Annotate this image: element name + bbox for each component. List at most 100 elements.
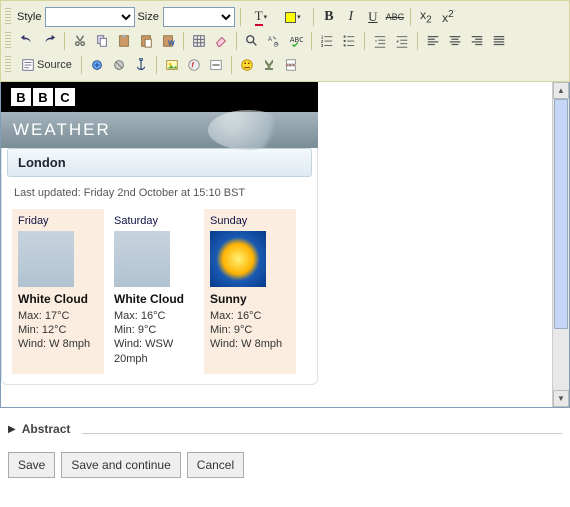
bbc-weather-widget: B B C WEATHER London Last updated: Frida…	[1, 82, 318, 385]
day-name: Friday	[18, 215, 98, 227]
page-break-button[interactable]	[281, 55, 301, 75]
ol-button[interactable]: 123	[317, 31, 337, 51]
vertical-scrollbar[interactable]: ▲ ▼	[552, 82, 569, 407]
cancel-button[interactable]: Cancel	[187, 452, 244, 478]
last-updated: Last updated: Friday 2nd October at 15:1…	[8, 187, 311, 209]
bbc-letter: B	[33, 88, 53, 106]
editor-toolbar: Style Size T▾ ▾ B I U ABC x2 x2 W AB ABC…	[0, 0, 570, 82]
cloud-icon	[18, 231, 74, 287]
underline-button[interactable]: U	[363, 7, 383, 27]
sun-icon	[210, 231, 266, 287]
redo-button[interactable]	[39, 31, 59, 51]
separator	[156, 56, 157, 74]
image-button[interactable]	[162, 55, 182, 75]
section-rule	[82, 433, 562, 434]
cut-button[interactable]	[70, 31, 90, 51]
text-color-button[interactable]: T▾	[246, 7, 276, 27]
separator	[183, 32, 184, 50]
toolbar-grip	[5, 56, 11, 74]
separator	[81, 56, 82, 74]
separator	[311, 32, 312, 50]
special-char-button[interactable]	[259, 55, 279, 75]
forecast-day: Saturday White Cloud Max: 16°C Min: 9°C …	[108, 209, 200, 374]
day-name: Saturday	[114, 215, 194, 227]
style-label: Style	[17, 11, 41, 23]
max-temp: Max: 16°C	[210, 309, 290, 323]
content-inner: B B C WEATHER London Last updated: Frida…	[1, 82, 552, 407]
condition: Sunny	[210, 293, 290, 307]
unlink-button[interactable]	[109, 55, 129, 75]
svg-text:3: 3	[321, 43, 324, 48]
align-left-button[interactable]	[423, 31, 443, 51]
ul-button[interactable]	[339, 31, 359, 51]
subscript-button[interactable]: x2	[416, 7, 436, 27]
paste-button[interactable]	[114, 31, 134, 51]
min-temp: Min: 9°C	[114, 323, 194, 337]
day-name: Sunday	[210, 215, 290, 227]
bold-button[interactable]: B	[319, 7, 339, 27]
toolbar-row-2: W AB ABC 123	[5, 29, 565, 53]
separator	[231, 56, 232, 74]
flash-button[interactable]: f	[184, 55, 204, 75]
location-bar: London	[7, 148, 312, 177]
weather-header: WEATHER	[1, 112, 318, 148]
italic-button[interactable]: I	[341, 7, 361, 27]
strike-button[interactable]: ABC	[385, 7, 405, 27]
align-right-button[interactable]	[467, 31, 487, 51]
wind: Wind: W 8mph	[18, 337, 98, 351]
hr-button[interactable]	[206, 55, 226, 75]
button-row: Save Save and continue Cancel	[0, 442, 570, 488]
size-label: Size	[137, 11, 158, 23]
wind: Wind: WSW 20mph	[114, 337, 194, 366]
source-button[interactable]: Source	[17, 55, 76, 75]
editor-content-area[interactable]: B B C WEATHER London Last updated: Frida…	[0, 82, 570, 408]
forecast-day: Friday White Cloud Max: 17°C Min: 12°C W…	[12, 209, 104, 374]
max-temp: Max: 17°C	[18, 309, 98, 323]
paste-text-button[interactable]	[136, 31, 156, 51]
table-button[interactable]	[189, 31, 209, 51]
min-temp: Min: 12°C	[18, 323, 98, 337]
smiley-button[interactable]	[237, 55, 257, 75]
condition: White Cloud	[18, 293, 98, 307]
indent-button[interactable]	[392, 31, 412, 51]
save-continue-button[interactable]: Save and continue	[61, 452, 180, 478]
save-button[interactable]: Save	[8, 452, 55, 478]
bg-color-button[interactable]: ▾	[278, 7, 308, 27]
replace-button[interactable]: AB	[264, 31, 284, 51]
abstract-section-header[interactable]: ▶ Abstract	[0, 408, 570, 442]
outdent-button[interactable]	[370, 31, 390, 51]
bbc-letter: C	[55, 88, 75, 106]
spellcheck-button[interactable]: ABC	[286, 31, 306, 51]
bbc-letter: B	[11, 88, 31, 106]
toolbar-grip	[5, 8, 11, 26]
anchor-button[interactable]	[131, 55, 151, 75]
find-button[interactable]	[242, 31, 262, 51]
paste-word-button[interactable]: W	[158, 31, 178, 51]
max-temp: Max: 16°C	[114, 309, 194, 323]
scroll-up-button[interactable]: ▲	[553, 82, 569, 99]
separator	[64, 32, 65, 50]
weather-title: WEATHER	[13, 120, 111, 139]
superscript-button[interactable]: x2	[438, 7, 458, 27]
separator	[410, 8, 411, 26]
wind: Wind: W 8mph	[210, 337, 290, 351]
undo-button[interactable]	[17, 31, 37, 51]
size-select[interactable]	[163, 7, 235, 27]
scroll-down-button[interactable]: ▼	[553, 390, 569, 407]
scroll-thumb[interactable]	[554, 99, 568, 329]
eraser-button[interactable]	[211, 31, 231, 51]
separator	[417, 32, 418, 50]
copy-button[interactable]	[92, 31, 112, 51]
svg-text:W: W	[168, 40, 175, 47]
separator	[364, 32, 365, 50]
widget-body: London Last updated: Friday 2nd October …	[1, 148, 318, 385]
forecast-row: Friday White Cloud Max: 17°C Min: 12°C W…	[8, 209, 311, 374]
separator	[236, 32, 237, 50]
bbc-brand-bar: B B C	[1, 82, 318, 112]
toolbar-row-1: Style Size T▾ ▾ B I U ABC x2 x2	[5, 5, 565, 29]
link-button[interactable]	[87, 55, 107, 75]
style-select[interactable]	[45, 7, 135, 27]
align-justify-button[interactable]	[489, 31, 509, 51]
align-center-button[interactable]	[445, 31, 465, 51]
globe-icon	[208, 110, 288, 150]
